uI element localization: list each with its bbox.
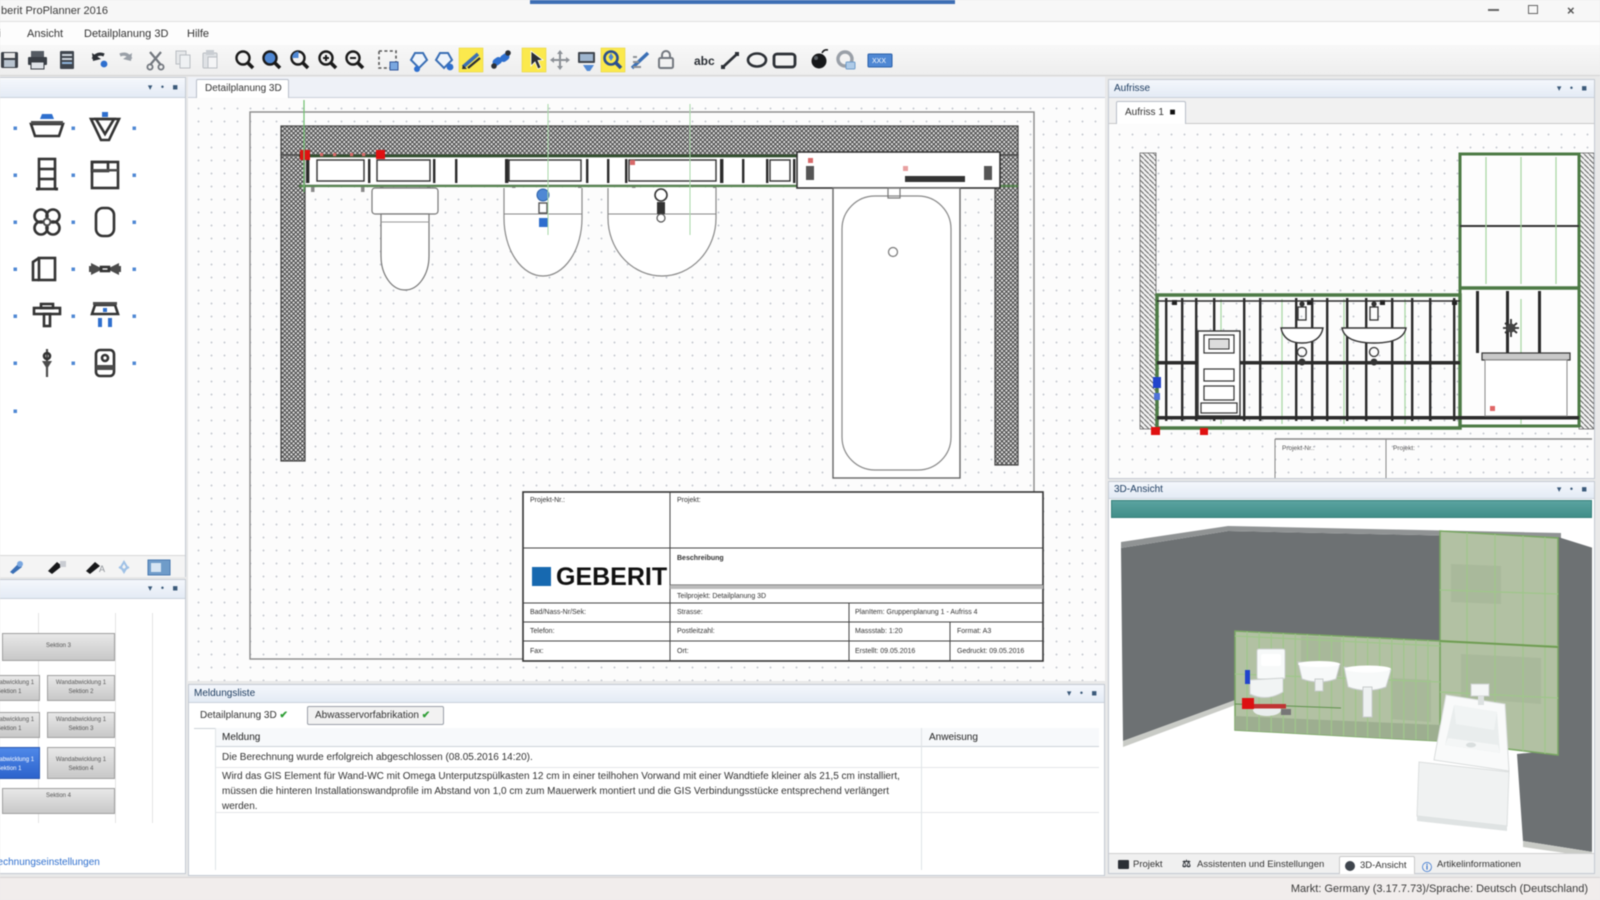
svg-text:abc: abc (694, 54, 715, 68)
svg-text:Gedruckt: 09.05.2016: Gedruckt: 09.05.2016 (957, 648, 1024, 655)
svg-text:Projekt:: Projekt: (677, 497, 701, 504)
svg-text:GEBERIT: GEBERIT (556, 563, 667, 591)
svg-text:Teilprojekt: Detailplanung 3D: Teilprojekt: Detailplanung 3D (677, 593, 766, 600)
svg-text:Massstab: 1:20: Massstab: 1:20 (855, 628, 903, 635)
svg-text:Postleitzahl:: Postleitzahl: (677, 628, 715, 635)
svg-text:Projekt-Nr.:: Projekt-Nr.: (530, 497, 565, 504)
svg-text:Erstellt: 09.05.2016: Erstellt: 09.05.2016 (855, 648, 915, 655)
svg-text:XXX: XXX (872, 58, 886, 65)
svg-text:Projekt:: Projekt: (1393, 445, 1415, 452)
svg-text:Fax:: Fax: (530, 648, 544, 655)
svg-text:Beschreibung: Beschreibung (677, 555, 724, 562)
svg-text:Ort:: Ort: (677, 648, 689, 655)
svg-text:Projekt-Nr.:: Projekt-Nr.: (1282, 445, 1315, 452)
svg-text:Strasse:: Strasse: (677, 609, 703, 616)
svg-text:Format: A3: Format: A3 (957, 628, 991, 635)
svg-text:PlanItem: Gruppenplanung 1 - A: PlanItem: Gruppenplanung 1 - Aufriss 4 (855, 609, 978, 616)
svg-text:A: A (99, 564, 105, 574)
svg-text:Bad/Nass-Nr/Sek:: Bad/Nass-Nr/Sek: (530, 609, 586, 616)
svg-text:Telefon:: Telefon: (530, 628, 555, 635)
